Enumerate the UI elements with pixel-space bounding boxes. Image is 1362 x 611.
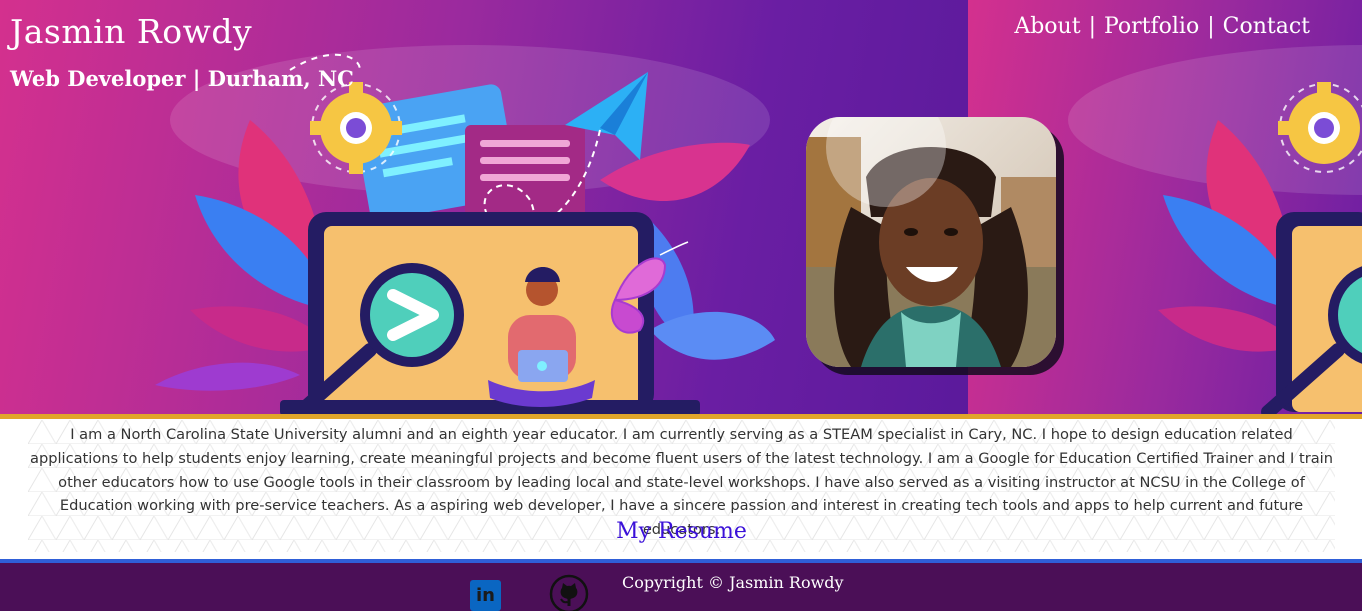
hero-banner: Jasmin Rowdy Web Developer | Durham, NC … xyxy=(0,0,1362,416)
site-name: Jasmin Rowdy xyxy=(10,12,253,51)
linkedin-icon[interactable]: in xyxy=(470,580,501,611)
github-icon[interactable] xyxy=(549,574,589,611)
copyright-text: Copyright © Jasmin Rowdy xyxy=(622,573,844,592)
site-tagline: Web Developer | Durham, NC xyxy=(10,66,354,91)
nav-separator: | xyxy=(1088,14,1096,39)
site-footer: in Copyright © Jasmin Rowdy xyxy=(0,563,1362,611)
profile-photo xyxy=(806,117,1056,367)
nav-link-portfolio[interactable]: Portfolio xyxy=(1104,14,1199,39)
main-nav: About | Portfolio | Contact xyxy=(1014,14,1310,39)
nav-link-contact[interactable]: Contact xyxy=(1223,14,1310,39)
resume-link[interactable]: My Resume xyxy=(28,519,1335,544)
nav-link-about[interactable]: About xyxy=(1014,14,1080,39)
about-section: I am a North Carolina State University a… xyxy=(28,420,1335,552)
hero-divider xyxy=(0,414,1362,419)
nav-separator: | xyxy=(1207,14,1215,39)
